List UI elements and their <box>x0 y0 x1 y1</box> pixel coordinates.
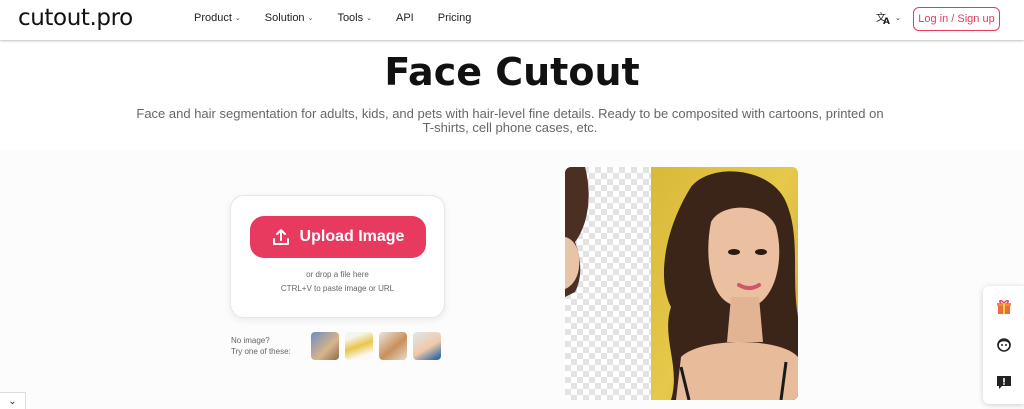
feedback-button[interactable] <box>983 372 1024 392</box>
chevron-down-icon: ⌄ <box>895 15 901 22</box>
page-title: Face Cutout <box>384 50 640 94</box>
upload-image-button[interactable]: Upload Image <box>250 216 426 258</box>
nav-solution[interactable]: Solution ⌄ <box>265 12 314 24</box>
before-after-preview <box>565 167 798 400</box>
paste-hint: CTRL+V to paste image or URL <box>280 284 395 293</box>
page-subtitle: Face and hair segmentation for adults, k… <box>136 106 884 135</box>
upload-dropzone[interactable]: Upload Image or drop a file here CTRL+V … <box>230 195 445 318</box>
headset-icon <box>996 338 1011 352</box>
page: cutout.pro Product ⌄ Solution ⌄ Tools ⌄ API… <box>0 0 1024 409</box>
nav-tools-label: Tools <box>337 12 364 24</box>
chevron-down-icon: ⌄ <box>8 395 17 407</box>
sample-image-toddler[interactable] <box>379 332 407 360</box>
translate-icon: 文 A <box>876 11 890 25</box>
sample-image-dog[interactable] <box>345 332 373 360</box>
transparent-cutout-side <box>565 167 651 400</box>
language-selector[interactable]: 文 A ⌄ <box>876 11 901 25</box>
main-nav: Product ⌄ Solution ⌄ Tools ⌄ API Pricing <box>194 12 495 24</box>
top-header: cutout.pro Product ⌄ Solution ⌄ Tools ⌄ API… <box>0 0 1024 40</box>
floating-side-toolbar <box>983 286 1024 404</box>
chevron-down-icon: ⌄ <box>234 15 241 22</box>
feedback-icon <box>996 376 1011 389</box>
sample-image-baby[interactable] <box>413 332 441 360</box>
chevron-down-icon: ⌄ <box>307 15 314 22</box>
chevron-down-icon: ⌄ <box>366 15 372 22</box>
gift-button[interactable] <box>983 297 1024 317</box>
nav-pricing-label: Pricing <box>437 12 472 24</box>
nav-solution-label: Solution <box>264 12 305 24</box>
gift-icon <box>996 300 1011 314</box>
sample-label-line1: No image? <box>231 336 270 345</box>
upload-icon <box>272 229 289 245</box>
cutout-face-silhouette <box>565 167 589 297</box>
sample-images <box>311 332 441 360</box>
support-button[interactable] <box>983 335 1024 355</box>
nav-product[interactable]: Product ⌄ <box>194 12 241 24</box>
original-photo-side <box>651 167 798 400</box>
sample-label: No image? Try one of these: <box>231 335 291 357</box>
collapse-toggle[interactable]: ⌄ <box>0 392 26 409</box>
nav-api[interactable]: API <box>396 12 414 24</box>
drop-hint: or drop a file here <box>306 270 369 279</box>
login-signup-button[interactable]: Log in / Sign up <box>913 7 1000 31</box>
sample-image-cat[interactable] <box>311 332 339 360</box>
nav-tools[interactable]: Tools ⌄ <box>337 12 372 24</box>
nav-pricing[interactable]: Pricing <box>438 12 472 24</box>
nav-product-label: Product <box>194 12 232 24</box>
woman-portrait <box>663 171 798 400</box>
sample-label-line2: Try one of these: <box>231 347 291 356</box>
svg-text:A: A <box>883 17 890 25</box>
logo[interactable]: cutout.pro <box>18 5 133 31</box>
nav-api-label: API <box>396 12 414 24</box>
upload-button-label: Upload Image <box>299 228 405 245</box>
